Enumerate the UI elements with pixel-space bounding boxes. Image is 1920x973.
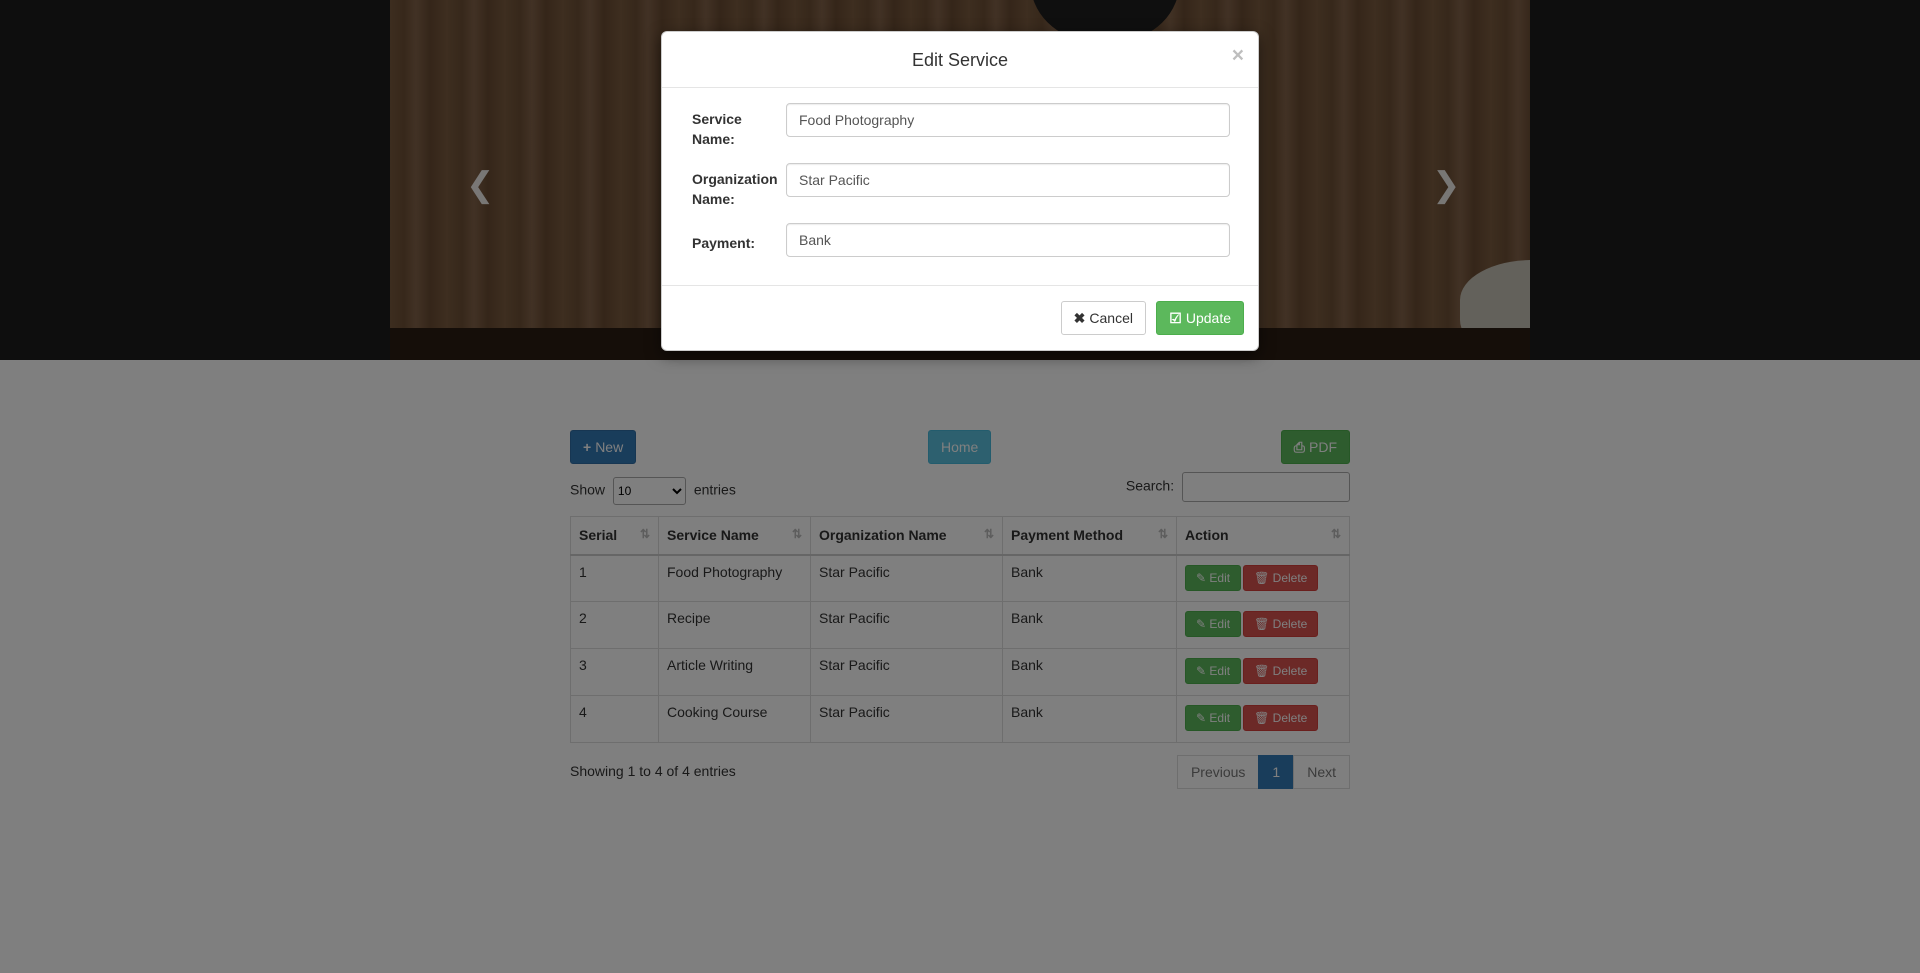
- payment-label: Payment:: [692, 235, 756, 251]
- payment-input[interactable]: [786, 223, 1230, 257]
- update-button[interactable]: ☑ Update: [1156, 301, 1244, 335]
- modal-title: Edit Service: [911, 50, 1009, 70]
- edit-service-modal: Edit Service × Service Name: Organizatio…: [661, 31, 1259, 351]
- modal-body: Service Name: Organization Name: Payment…: [662, 88, 1258, 286]
- service-name-label: Service Name:: [692, 111, 742, 147]
- organization-name-input[interactable]: [786, 163, 1230, 197]
- times-icon: ✖: [1073, 310, 1086, 326]
- organization-name-label: Organization Name:: [692, 171, 778, 207]
- service-name-row: Service Name:: [692, 103, 1230, 163]
- modal-header: Edit Service ×: [662, 32, 1258, 88]
- check-square-icon: ☑: [1169, 310, 1182, 326]
- service-name-input[interactable]: [786, 103, 1230, 137]
- modal-footer: ✖ Cancel ☑ Update: [662, 286, 1258, 350]
- close-icon[interactable]: ×: [1232, 44, 1244, 68]
- cancel-button[interactable]: ✖ Cancel: [1060, 301, 1146, 335]
- organization-name-row: Organization Name:: [692, 163, 1230, 223]
- payment-row: Payment:: [692, 223, 1230, 283]
